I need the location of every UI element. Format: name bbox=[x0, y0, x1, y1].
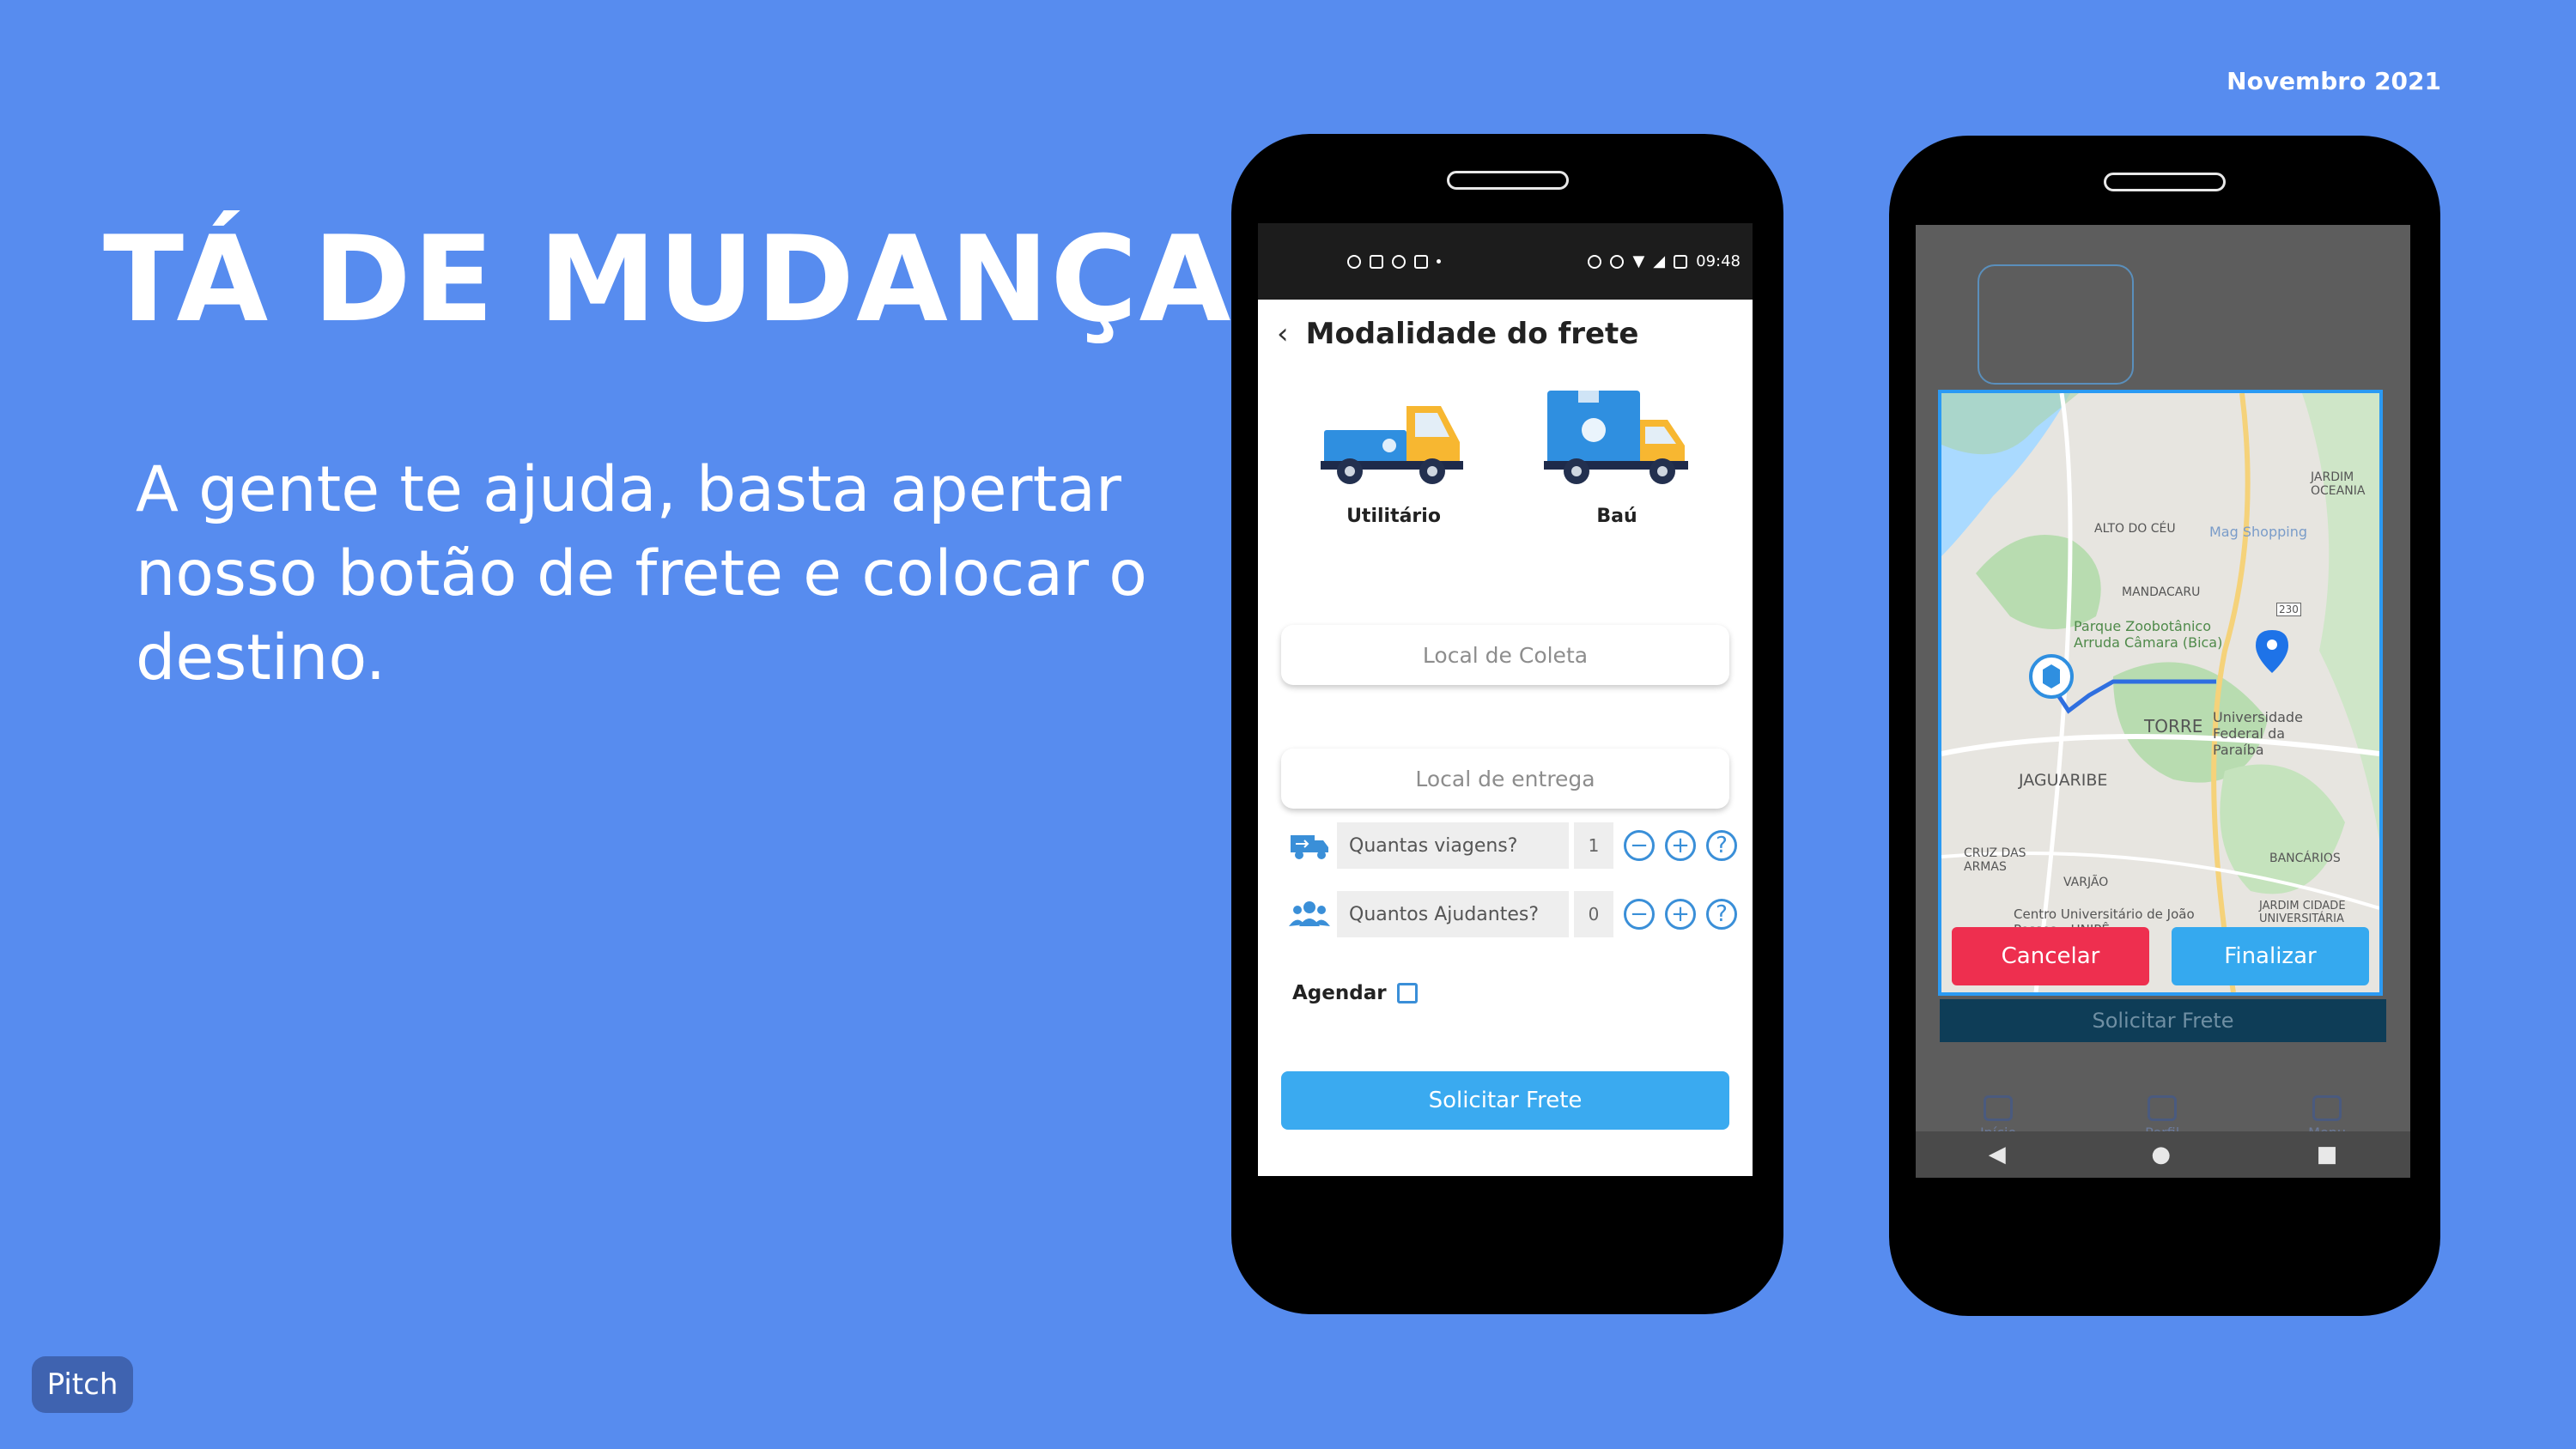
subtitle: A gente te ajuda, basta apertar nosso bo… bbox=[136, 453, 1147, 694]
status-time: 09:48 bbox=[1696, 252, 1741, 270]
trips-minus-button[interactable]: − bbox=[1624, 830, 1655, 861]
phone-speaker bbox=[2104, 173, 2226, 191]
home-icon bbox=[1984, 1095, 2014, 1121]
route-map[interactable]: JARDIM OCEANIA ALTO DO CÉU Mag Shopping … bbox=[1938, 390, 2383, 996]
map-actions: Cancelar Finalizar bbox=[1952, 927, 2369, 985]
system-nav-bar: ◀ ● ■ bbox=[1916, 1131, 2410, 1178]
finish-button[interactable]: Finalizar bbox=[2172, 927, 2369, 985]
app-header: ‹ Modalidade do frete bbox=[1258, 300, 1753, 368]
alarm-icon bbox=[1588, 254, 1602, 269]
dimmed-request-button: Solicitar Frete bbox=[1940, 999, 2386, 1042]
map-label: Universidade Federal da Paraíba bbox=[2213, 709, 2303, 758]
phone-speaker bbox=[1446, 171, 1569, 190]
vehicle-label: Utilitário bbox=[1346, 506, 1441, 527]
map-label: TORRE bbox=[2144, 716, 2203, 737]
phone-right-screen: Solicitar Frete Início Perfil Menu ◀ ● ■ bbox=[1916, 225, 2410, 1178]
helpers-label: Quantos Ajudantes? bbox=[1337, 891, 1569, 937]
trips-help-icon[interactable]: ? bbox=[1706, 830, 1737, 861]
map-label: BANCÁRIOS bbox=[2269, 852, 2341, 865]
battery-icon bbox=[1674, 254, 1688, 269]
headline: TÁ DE MUDANÇA? bbox=[103, 210, 1303, 349]
trips-plus-button[interactable]: + bbox=[1665, 830, 1696, 861]
date-label: Novembro 2021 bbox=[2227, 67, 2441, 95]
map-label: JAGUARIBE bbox=[2019, 771, 2108, 790]
map-label: MANDACARU bbox=[2122, 585, 2201, 599]
notification-dot-icon bbox=[1437, 259, 1441, 264]
trips-row: Quantas viagens? 1 − + ? bbox=[1289, 821, 1753, 870]
page-title: Modalidade do frete bbox=[1305, 317, 1639, 351]
helpers-help-icon[interactable]: ? bbox=[1706, 899, 1737, 930]
back-chevron-icon[interactable]: ‹ bbox=[1277, 317, 1289, 351]
sys-recent-icon[interactable]: ■ bbox=[2317, 1142, 2338, 1167]
schedule-checkbox[interactable] bbox=[1396, 983, 1418, 1003]
truck-trips-icon bbox=[1291, 835, 1328, 859]
cancel-button[interactable]: Cancelar bbox=[1952, 927, 2149, 985]
whatsapp-icon bbox=[1347, 254, 1361, 269]
instagram-icon bbox=[1392, 254, 1406, 269]
vehicle-bau[interactable]: Baú bbox=[1544, 389, 1690, 527]
user-icon bbox=[2148, 1095, 2178, 1121]
map-label: JARDIM OCEANIA bbox=[2311, 470, 2366, 498]
schedule-row: Agendar bbox=[1292, 982, 1753, 1004]
helpers-plus-button[interactable]: + bbox=[1665, 899, 1696, 930]
cast-icon bbox=[1414, 254, 1428, 269]
trips-value[interactable]: 1 bbox=[1574, 822, 1613, 869]
phone-left: ▼ ◢ 09:48 ‹ Modalidade do frete Utilitár… bbox=[1231, 134, 1783, 1314]
vibrate-icon bbox=[1610, 254, 1625, 269]
map-label: CRUZ DAS ARMAS bbox=[1964, 846, 2026, 874]
helpers-minus-button[interactable]: − bbox=[1624, 899, 1655, 930]
map-label: ALTO DO CÉU bbox=[2094, 522, 2176, 536]
users-icon bbox=[1289, 901, 1330, 926]
helpers-row: Quantos Ajudantes? 0 − + ? bbox=[1289, 889, 1753, 939]
wifi-icon: ▼ bbox=[1632, 252, 1645, 270]
linkedin-icon bbox=[1370, 254, 1383, 269]
vehicle-options: Utilitário Baú bbox=[1258, 389, 1753, 527]
pickup-truck-icon bbox=[1321, 406, 1463, 484]
map-label: VARJÃO bbox=[2063, 876, 2109, 889]
phone-right: Solicitar Frete Início Perfil Menu ◀ ● ■ bbox=[1889, 136, 2440, 1316]
pitch-logo[interactable]: Pitch bbox=[32, 1356, 133, 1413]
status-bar: ▼ ◢ 09:48 bbox=[1258, 223, 1753, 300]
map-label: Parque Zoobotânico Arruda Câmara (Bica) bbox=[2074, 618, 2223, 651]
signal-icon: ◢ bbox=[1653, 252, 1666, 270]
phone-left-screen: ▼ ◢ 09:48 ‹ Modalidade do frete Utilitár… bbox=[1258, 223, 1753, 1176]
vehicle-label: Baú bbox=[1596, 506, 1637, 527]
dimmed-vehicle-selected bbox=[1978, 264, 2134, 385]
vehicle-utilitario[interactable]: Utilitário bbox=[1321, 389, 1467, 527]
schedule-label: Agendar bbox=[1292, 982, 1387, 1004]
pickup-input[interactable]: Local de Coleta bbox=[1281, 625, 1729, 685]
sys-back-icon[interactable]: ◀ bbox=[1989, 1142, 2006, 1167]
helpers-value[interactable]: 0 bbox=[1574, 891, 1613, 937]
trips-label: Quantas viagens? bbox=[1337, 822, 1569, 869]
road-shield: 230 bbox=[2276, 603, 2301, 616]
request-freight-button[interactable]: Solicitar Frete bbox=[1281, 1071, 1729, 1130]
menu-icon bbox=[2312, 1095, 2342, 1121]
delivery-input[interactable]: Local de entrega bbox=[1281, 749, 1729, 809]
map-label: JARDIM CIDADE UNIVERSITÁRIA bbox=[2259, 900, 2346, 925]
map-label: Mag Shopping bbox=[2209, 524, 2307, 540]
sys-home-icon[interactable]: ● bbox=[2151, 1142, 2171, 1167]
box-truck-icon bbox=[1544, 391, 1688, 484]
